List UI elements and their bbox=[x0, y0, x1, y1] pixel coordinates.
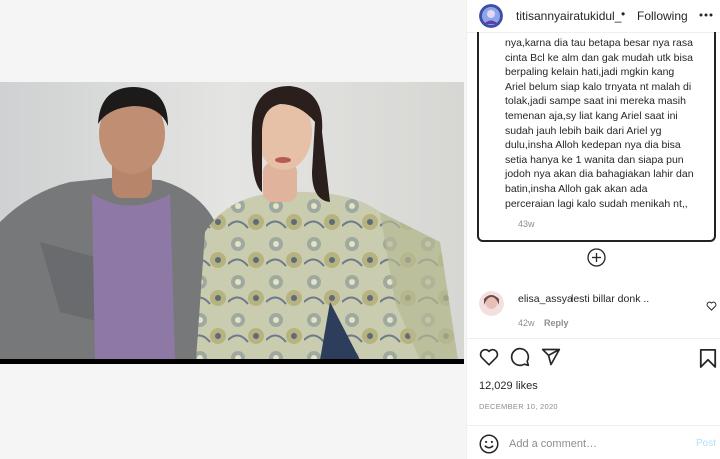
add-comment-input[interactable] bbox=[509, 436, 679, 452]
commenter-username[interactable]: elisa_assya bbox=[518, 293, 573, 305]
post-header: titisannyairatukidul_ • Following bbox=[467, 0, 720, 32]
emoji-smile-icon[interactable] bbox=[479, 434, 499, 459]
post-side-panel: titisannyairatukidul_ • Following nya,ka… bbox=[466, 0, 720, 459]
commenter-avatar-image bbox=[479, 291, 504, 316]
reply-timestamp[interactable]: 42w bbox=[518, 318, 535, 328]
header-separator: • bbox=[621, 7, 626, 21]
post-comment-button[interactable]: Post bbox=[696, 438, 716, 449]
photo-bottom-edge bbox=[0, 359, 464, 364]
following-button[interactable]: Following bbox=[637, 9, 688, 23]
bookmark-icon[interactable] bbox=[699, 348, 717, 373]
comment-text: nya,karna dia tau betapa besar nya rasa … bbox=[505, 37, 694, 210]
author-username[interactable]: titisannyairatukidul_ bbox=[516, 9, 621, 23]
commenter-avatar[interactable] bbox=[479, 291, 504, 316]
composer-divider bbox=[467, 425, 720, 426]
reply-comment-text: lesti billar donk .. bbox=[571, 293, 650, 305]
paper-plane-icon[interactable] bbox=[541, 347, 561, 372]
actions-divider bbox=[467, 338, 720, 339]
plus-circle-icon[interactable] bbox=[587, 248, 606, 267]
reply-button[interactable]: Reply bbox=[544, 318, 569, 328]
post-media-area bbox=[0, 0, 466, 459]
avatar-image bbox=[479, 4, 503, 28]
photo-illustration bbox=[0, 82, 464, 360]
post-photo[interactable] bbox=[0, 82, 464, 360]
author-avatar[interactable] bbox=[479, 4, 503, 28]
comment-like-heart-icon[interactable] bbox=[706, 298, 717, 316]
comment-timestamp[interactable]: 43w bbox=[518, 219, 535, 229]
likes-count[interactable]: 12,029 likes bbox=[479, 380, 538, 392]
heart-icon[interactable] bbox=[479, 348, 499, 371]
more-horizontal-icon[interactable] bbox=[699, 8, 713, 27]
comment-bubble-icon[interactable] bbox=[510, 347, 530, 372]
post-date: DECEMBER 10, 2020 bbox=[479, 402, 558, 411]
